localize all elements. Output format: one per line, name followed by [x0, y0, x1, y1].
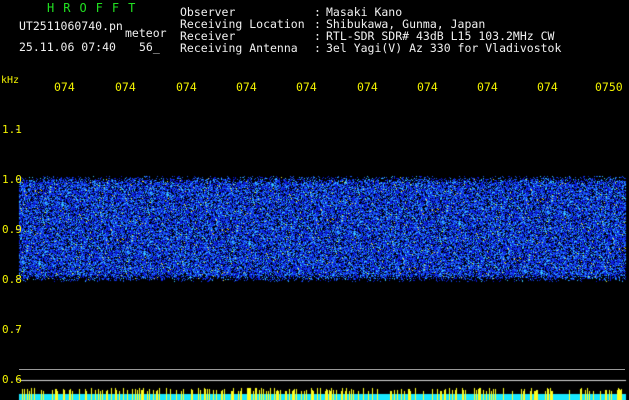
x-tick-label: 074 [176, 80, 197, 94]
x-tick-label: 074 [54, 80, 75, 94]
y-tick-label: 1.1 [2, 123, 22, 136]
detection-count: 56_ [139, 40, 160, 54]
date-time: 25.11.06 07:40 [19, 40, 116, 54]
x-tick-label: 074 [236, 80, 257, 94]
mode-label: meteor [125, 26, 167, 40]
x-tick-label: 074 [537, 80, 558, 94]
x-tick-label: 074 [296, 80, 317, 94]
antenna-label: Receiving Antenna [180, 41, 298, 55]
x-tick-label: 074 [357, 80, 378, 94]
x-tick-label: 074 [477, 80, 498, 94]
y-tick-label: 1.0 [2, 173, 22, 186]
reference-line [19, 369, 625, 370]
x-tick-label: 074 [417, 80, 438, 94]
x-tick-label: 074 [115, 80, 136, 94]
antenna-colon: : [314, 41, 321, 55]
y-axis-unit: kHz [1, 75, 20, 86]
file-name: UT2511060740.pn [19, 19, 123, 33]
spectrogram-canvas [0, 0, 629, 400]
y-tick-label: 0.8 [2, 273, 22, 286]
y-tick-label: 0.9 [2, 223, 22, 236]
app-title: HROFFT [47, 1, 145, 15]
x-tick-label: 0750 [595, 80, 623, 94]
y-tick-label: 0.7 [2, 323, 22, 336]
y-tick-label: 0.6 [2, 373, 22, 386]
antenna-value: 3el Yagi(V) Az 330 for Vladivostok [326, 41, 562, 55]
